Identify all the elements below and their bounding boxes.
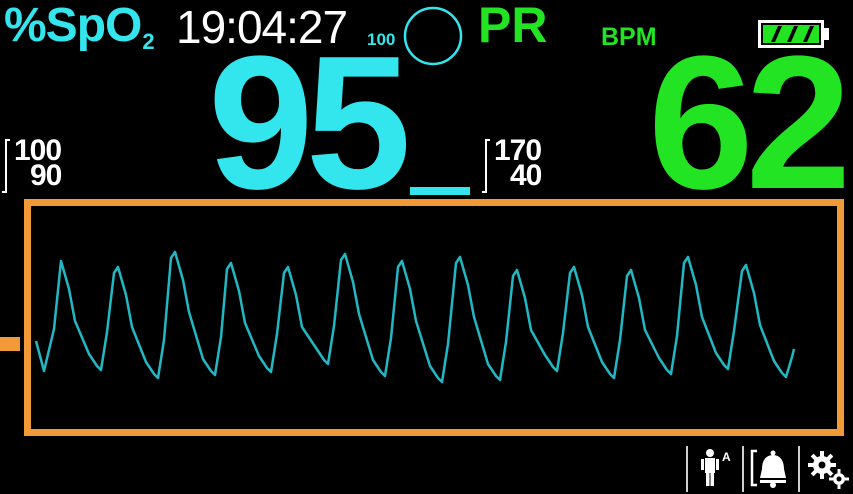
spo2-limit-bracket	[2, 139, 10, 193]
alarm-settings-button[interactable]	[746, 442, 796, 494]
perfusion-indicator-bar	[410, 187, 470, 195]
settings-button[interactable]	[802, 442, 853, 494]
toolbar-separator	[798, 446, 800, 492]
settings-gears-icon	[807, 451, 849, 489]
alarm-bell-icon	[750, 449, 786, 488]
spo2-label: %SpO2	[4, 0, 155, 62]
spo2-limit-low: 90	[30, 159, 62, 192]
toolbar-separator	[686, 446, 688, 492]
spo2-value: 95	[208, 17, 411, 229]
toolbar-separator	[742, 446, 744, 492]
pr-label: PR	[478, 0, 548, 53]
highlight-callout-marker	[0, 337, 20, 351]
patient-mode-button[interactable]: A	[690, 442, 740, 494]
pulse-indicator-circle	[403, 6, 463, 66]
patient-mode-label: A	[722, 450, 731, 464]
spo2-label-text: %SpO	[4, 0, 142, 52]
spo2-label-subscript: 2	[142, 29, 154, 54]
pleth-waveform	[34, 250, 796, 384]
pr-value: 62	[648, 17, 851, 229]
pr-limit-low: 40	[510, 159, 542, 192]
pr-limit-bracket	[482, 139, 490, 193]
